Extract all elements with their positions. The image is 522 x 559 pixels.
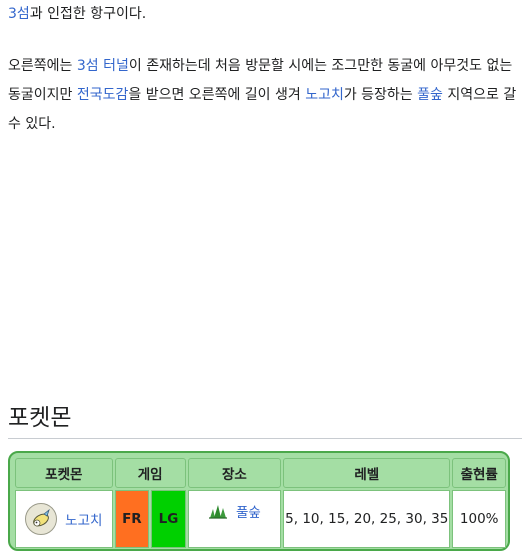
intro-text: 과 인접한 항구이다. bbox=[29, 6, 147, 22]
link-3-island-tunnel[interactable]: 3섬 터널 bbox=[77, 58, 129, 74]
encounter-table: 포켓몬 게임 장소 레벨 출현률 노고치 FR LG 풀숲 5, 10, 15,… bbox=[13, 456, 508, 550]
link-dunsparce[interactable]: 노고치 bbox=[305, 87, 344, 103]
game-lg-badge: LG bbox=[151, 490, 186, 548]
header-rate: 출현률 bbox=[452, 458, 506, 488]
cell-rate: 100% bbox=[452, 490, 506, 548]
link-national-dex[interactable]: 전국도감 bbox=[77, 87, 129, 103]
dunsparce-sprite-icon bbox=[25, 503, 58, 535]
desc-text-1: 오른쪽에는 bbox=[8, 58, 77, 74]
pokemon-encounter-table: 포켓몬 게임 장소 레벨 출현률 노고치 FR LG 풀숲 5, 10, 15,… bbox=[8, 451, 510, 551]
desc-text-3: 을 받으면 오른쪽에 길이 생겨 bbox=[128, 87, 306, 103]
cell-levels: 5, 10, 15, 20, 25, 30, 35 bbox=[283, 490, 451, 548]
link-grass[interactable]: 풀숲 bbox=[417, 87, 443, 103]
table-header-row: 포켓몬 게임 장소 레벨 출현률 bbox=[15, 458, 506, 488]
header-location: 장소 bbox=[187, 458, 282, 488]
pokemon-name-link[interactable]: 노고치 bbox=[65, 509, 102, 529]
cell-pokemon: 노고치 bbox=[15, 490, 113, 548]
table-row: 노고치 FR LG 풀숲 5, 10, 15, 20, 25, 30, 35 1… bbox=[15, 490, 506, 548]
section-heading-pokemon: 포켓몬 bbox=[8, 402, 522, 439]
link-3-island[interactable]: 3섬 bbox=[8, 6, 30, 22]
location-grass-link[interactable]: 풀숲 bbox=[236, 501, 261, 521]
game-fr-badge: FR bbox=[114, 490, 150, 548]
desc-text-4: 가 등장하는 bbox=[343, 87, 418, 103]
grass-icon bbox=[208, 503, 228, 519]
cell-location: 풀숲 bbox=[187, 490, 282, 548]
header-pokemon: 포켓몬 bbox=[15, 458, 113, 488]
intro-paragraph: 3섬과 인접한 항구이다. bbox=[8, 0, 518, 29]
header-level: 레벨 bbox=[283, 458, 451, 488]
description-paragraph: 오른쪽에는 3섬 터널이 존재하는데 처음 방문할 시에는 조그만한 동굴에 아… bbox=[8, 52, 518, 139]
header-game: 게임 bbox=[114, 458, 186, 488]
